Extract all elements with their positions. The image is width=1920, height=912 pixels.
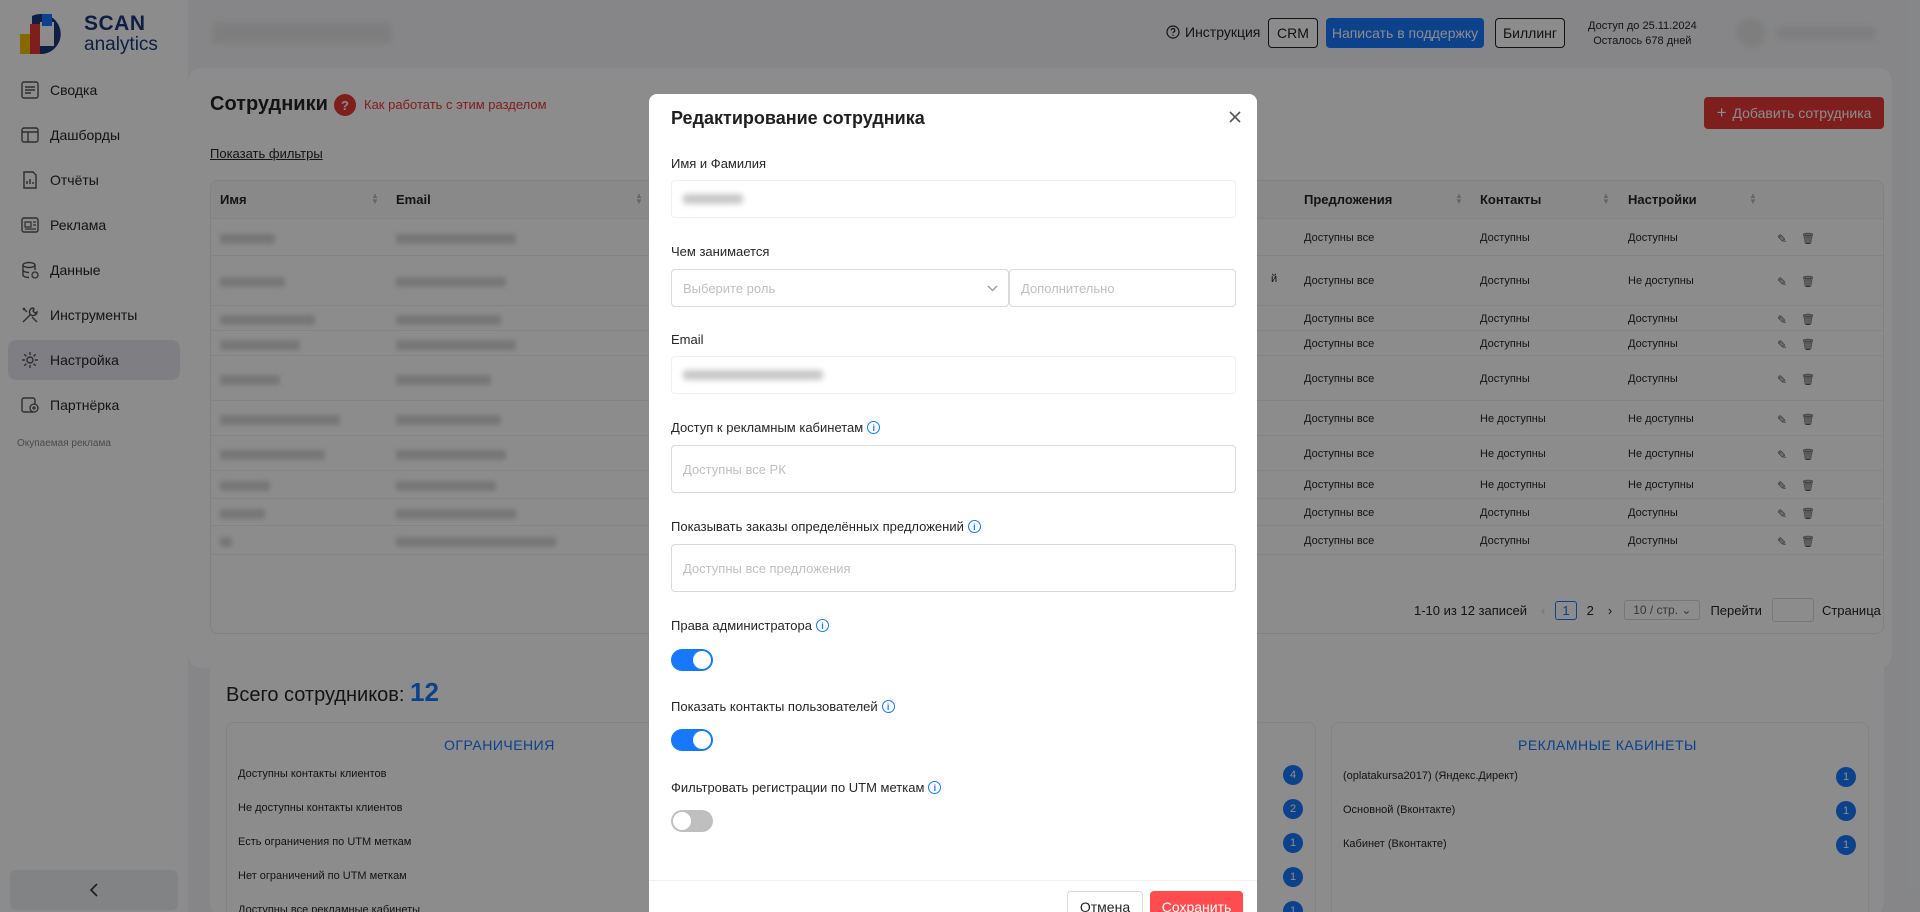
toggle-knob bbox=[693, 731, 711, 749]
cabinets-select[interactable]: Доступны все РК bbox=[671, 445, 1236, 493]
info-icon[interactable]: i bbox=[881, 700, 895, 713]
toggle-knob bbox=[693, 651, 711, 669]
cabinets-access-label: Доступ к рекламным кабинетам i bbox=[671, 420, 881, 435]
role-select[interactable]: Выберите роль bbox=[671, 269, 1009, 307]
email-label: Email bbox=[671, 332, 704, 347]
edit-employee-modal: Редактирование сотрудника Имя и Фамилия … bbox=[649, 94, 1257, 912]
modal-title: Редактирование сотрудника bbox=[671, 108, 925, 128]
contacts-toggle[interactable] bbox=[671, 729, 713, 751]
admin-label-text: Права администратора bbox=[671, 618, 812, 633]
name-label: Имя и Фамилия bbox=[671, 156, 767, 171]
info-icon[interactable]: i bbox=[928, 781, 942, 794]
utm-label-text: Фильтровать регистрации по UTM меткам bbox=[671, 780, 925, 795]
cabinets-placeholder: Доступны все РК bbox=[683, 461, 786, 477]
cancel-button[interactable]: Отмена bbox=[1067, 891, 1143, 912]
contacts-label-text: Показать контакты пользователей bbox=[671, 699, 878, 714]
name-field[interactable] bbox=[671, 180, 1236, 218]
save-button[interactable]: Сохранить bbox=[1150, 891, 1243, 912]
info-icon[interactable]: i bbox=[816, 619, 829, 632]
offers-label-text: Показывать заказы определённых предложен… bbox=[671, 519, 964, 534]
offers-select[interactable]: Доступны все предложения bbox=[671, 544, 1236, 592]
extra-field[interactable]: Дополнительно bbox=[1009, 269, 1236, 307]
role-placeholder: Выберите роль bbox=[683, 280, 776, 296]
admin-toggle[interactable] bbox=[671, 649, 713, 671]
offers-label: Показывать заказы определённых предложен… bbox=[671, 519, 981, 534]
extra-placeholder: Дополнительно bbox=[1021, 280, 1115, 296]
utm-toggle[interactable] bbox=[671, 810, 713, 832]
role-label: Чем занимается bbox=[671, 244, 770, 259]
utm-label: Фильтровать регистрации по UTM меткам i bbox=[671, 780, 942, 795]
modal-footer-divider bbox=[649, 880, 1257, 881]
info-icon[interactable]: i bbox=[967, 520, 981, 533]
chevron-down-icon bbox=[987, 285, 998, 291]
admin-label: Права администратора i bbox=[671, 618, 829, 633]
offers-placeholder: Доступны все предложения bbox=[683, 560, 851, 576]
close-icon[interactable] bbox=[1226, 108, 1244, 126]
contacts-label: Показать контакты пользователей i bbox=[671, 699, 895, 714]
email-field[interactable] bbox=[671, 356, 1236, 394]
info-icon[interactable]: i bbox=[867, 421, 881, 434]
cabinets-access-text: Доступ к рекламным кабинетам bbox=[671, 420, 864, 435]
toggle-knob bbox=[673, 812, 691, 830]
